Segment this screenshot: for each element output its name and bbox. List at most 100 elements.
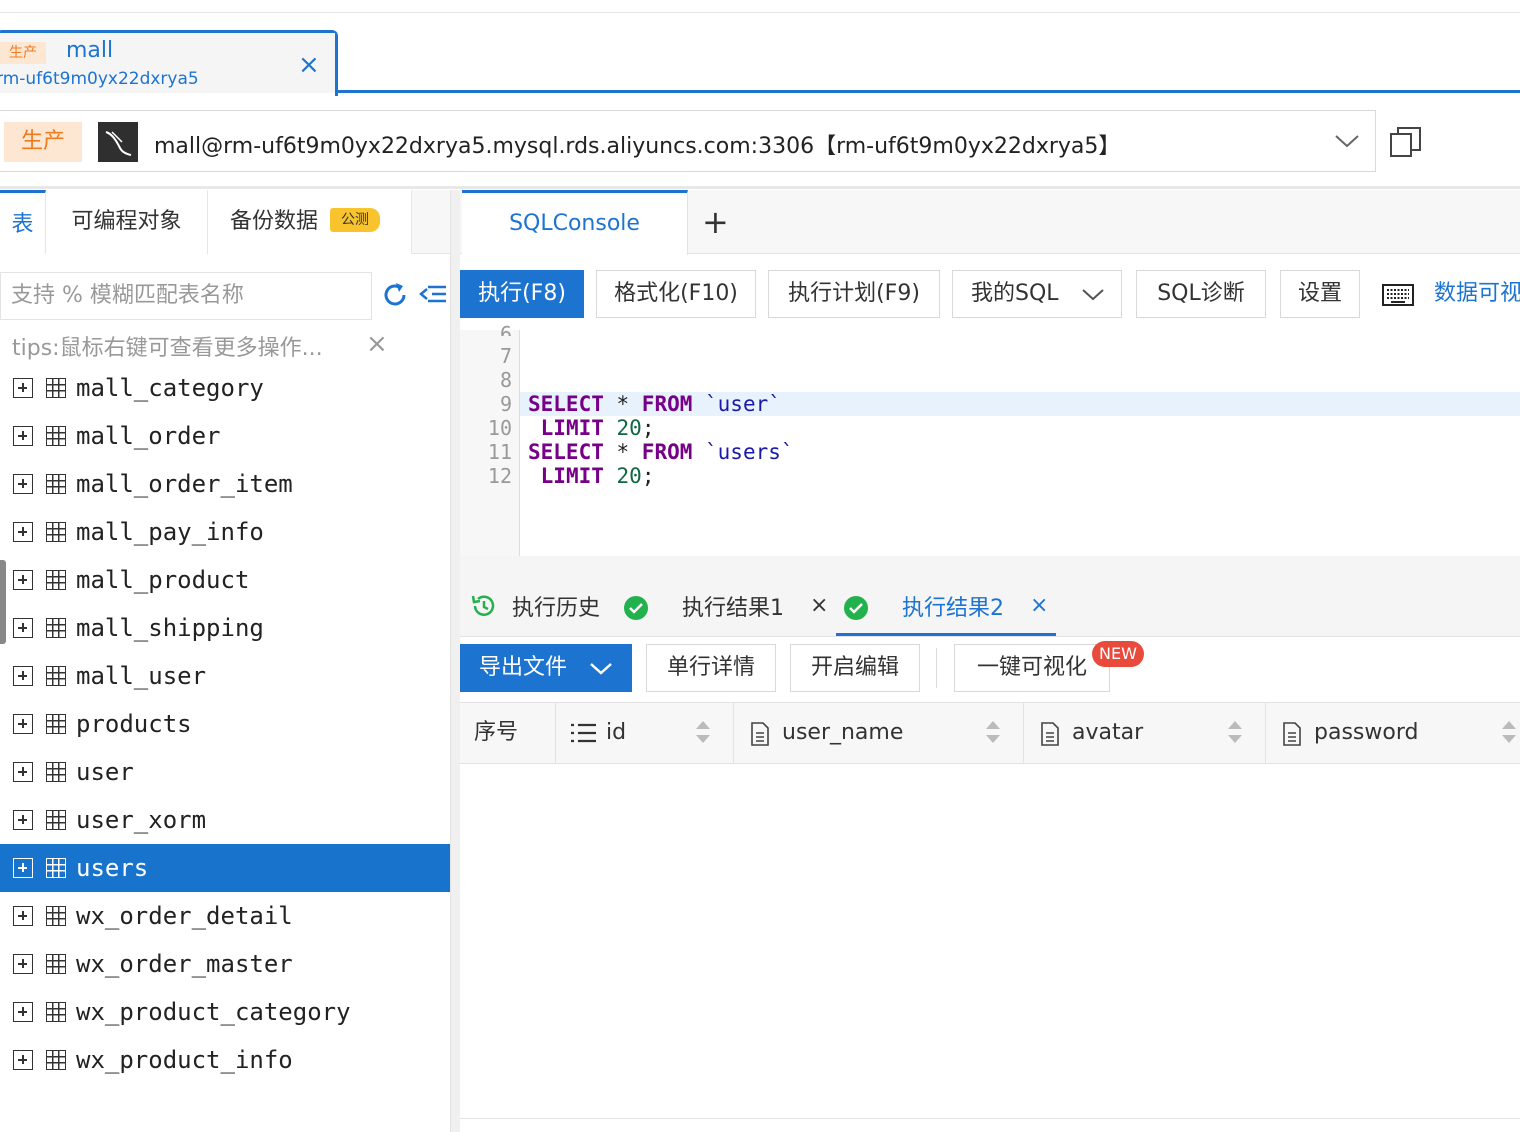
column-header-id[interactable]: id bbox=[556, 702, 734, 764]
expand-icon[interactable] bbox=[13, 714, 33, 734]
keyboard-icon[interactable] bbox=[1382, 283, 1414, 311]
table-icon bbox=[46, 474, 66, 494]
collapse-icon[interactable] bbox=[418, 280, 448, 314]
tab-programmable-objects[interactable]: 可编程对象 bbox=[46, 190, 208, 254]
line-number: 6 bbox=[499, 322, 512, 336]
execute-button[interactable]: 执行(F8) bbox=[460, 270, 584, 318]
table-row[interactable]: products bbox=[0, 700, 450, 748]
row-detail-button[interactable]: 单行详情 bbox=[646, 644, 776, 692]
tab-execution-history[interactable]: 执行历史 bbox=[512, 590, 600, 622]
column-header-avatar[interactable]: avatar bbox=[1024, 702, 1266, 764]
keyword: FROM bbox=[641, 392, 693, 416]
top-border bbox=[0, 12, 1520, 13]
table-name: user_xorm bbox=[76, 806, 207, 834]
table-row[interactable]: wx_order_detail bbox=[0, 892, 450, 940]
expand-icon[interactable] bbox=[13, 570, 33, 590]
table-name: mall_user bbox=[76, 662, 207, 690]
close-tab-icon[interactable]: × bbox=[298, 50, 320, 80]
expand-icon[interactable] bbox=[13, 378, 33, 398]
table-row[interactable]: users bbox=[0, 844, 450, 892]
table-row[interactable]: user bbox=[0, 748, 450, 796]
keyword: LIMIT bbox=[540, 416, 604, 440]
table-icon bbox=[46, 1002, 66, 1022]
tab-result-1[interactable]: 执行结果1 bbox=[682, 590, 784, 622]
expand-icon[interactable] bbox=[13, 810, 33, 830]
refresh-icon[interactable] bbox=[380, 280, 410, 314]
table-row[interactable]: mall_order bbox=[0, 412, 450, 460]
explain-button[interactable]: 执行计划(F9) bbox=[768, 270, 940, 318]
close-result-1-icon[interactable]: × bbox=[810, 594, 828, 618]
settings-button[interactable]: 设置 bbox=[1280, 270, 1360, 318]
tab-backup-data[interactable]: 备份数据 bbox=[208, 190, 412, 254]
panel-splitter[interactable] bbox=[450, 190, 460, 1132]
table-row[interactable]: mall_order_item bbox=[0, 460, 450, 508]
one-click-visualize-button[interactable]: 一键可视化 bbox=[954, 644, 1110, 692]
format-button[interactable]: 格式化(F10) bbox=[596, 270, 756, 318]
table-icon bbox=[46, 714, 66, 734]
export-file-dropdown[interactable]: 导出文件 bbox=[460, 644, 632, 692]
table-row[interactable]: wx_product_category bbox=[0, 988, 450, 1036]
my-sql-dropdown[interactable]: 我的SQL bbox=[952, 270, 1122, 318]
enable-edit-button[interactable]: 开启编辑 bbox=[790, 644, 920, 692]
panel-drag-handle[interactable] bbox=[0, 560, 6, 644]
tab-sqlconsole[interactable]: SQLConsole bbox=[462, 190, 688, 255]
connection-tab-title[interactable]: mall bbox=[66, 38, 113, 63]
success-check-icon bbox=[624, 596, 648, 620]
tab-env-badge: 生产 bbox=[0, 42, 46, 64]
line-number: 8 bbox=[499, 368, 512, 392]
table-row[interactable]: mall_pay_info bbox=[0, 508, 450, 556]
column-header-password[interactable]: password bbox=[1266, 702, 1520, 764]
table-icon bbox=[46, 858, 66, 878]
add-tab-button[interactable]: + bbox=[702, 202, 729, 242]
list-icon bbox=[571, 723, 596, 743]
sort-icon[interactable] bbox=[986, 721, 1000, 745]
expand-icon[interactable] bbox=[13, 522, 33, 542]
expand-icon[interactable] bbox=[13, 762, 33, 782]
tab-strip-underline bbox=[338, 90, 1520, 93]
keyword: FROM bbox=[641, 440, 693, 464]
expand-icon[interactable] bbox=[13, 618, 33, 638]
table-row[interactable]: wx_order_master bbox=[0, 940, 450, 988]
number: 20 bbox=[616, 464, 642, 488]
expand-icon[interactable] bbox=[13, 1002, 33, 1022]
chevron-down-icon bbox=[590, 663, 612, 675]
table-row[interactable]: mall_product bbox=[0, 556, 450, 604]
table-name: wx_product_info bbox=[76, 1046, 293, 1074]
close-tips-icon[interactable]: × bbox=[366, 330, 388, 358]
expand-icon[interactable] bbox=[13, 906, 33, 926]
table-row[interactable]: mall_category bbox=[0, 364, 450, 412]
table-row[interactable]: mall_shipping bbox=[0, 604, 450, 652]
connection-tab-instance: rm-uf6t9m0yx22dxrya5 bbox=[0, 69, 199, 89]
table-icon bbox=[46, 762, 66, 782]
close-result-2-icon[interactable]: × bbox=[1030, 594, 1048, 618]
table-icon bbox=[46, 954, 66, 974]
table-name: mall_order_item bbox=[76, 470, 293, 498]
tab-tables[interactable]: 表 bbox=[0, 190, 46, 254]
tab-result-2[interactable]: 执行结果2 bbox=[902, 590, 1004, 622]
column-label: avatar bbox=[1072, 720, 1144, 745]
punctuation: ; bbox=[641, 416, 655, 440]
sort-icon[interactable] bbox=[1228, 721, 1242, 745]
sort-icon[interactable] bbox=[696, 721, 710, 745]
data-visualization-link[interactable]: 数据可视 bbox=[1434, 270, 1520, 318]
expand-icon[interactable] bbox=[13, 1050, 33, 1070]
column-header-user-name[interactable]: user_name bbox=[734, 702, 1024, 764]
sql-diagnose-button[interactable]: SQL诊断 bbox=[1136, 270, 1266, 318]
operator: * bbox=[603, 392, 642, 416]
expand-icon[interactable] bbox=[13, 426, 33, 446]
table-row[interactable]: wx_product_info bbox=[0, 1036, 450, 1084]
expand-icon[interactable] bbox=[13, 474, 33, 494]
number: 20 bbox=[616, 416, 642, 440]
table-row[interactable]: mall_user bbox=[0, 652, 450, 700]
expand-icon[interactable] bbox=[13, 858, 33, 878]
table-icon bbox=[46, 618, 66, 638]
table-name: wx_order_master bbox=[76, 950, 293, 978]
copy-icon[interactable] bbox=[1388, 124, 1424, 164]
expand-icon[interactable] bbox=[13, 954, 33, 974]
table-row[interactable]: user_xorm bbox=[0, 796, 450, 844]
table-search-input[interactable]: 支持 % 模糊匹配表名称 bbox=[0, 272, 372, 320]
sort-icon[interactable] bbox=[1502, 721, 1516, 745]
table-icon bbox=[46, 810, 66, 830]
expand-icon[interactable] bbox=[13, 666, 33, 686]
chevron-down-icon[interactable] bbox=[1334, 128, 1360, 158]
